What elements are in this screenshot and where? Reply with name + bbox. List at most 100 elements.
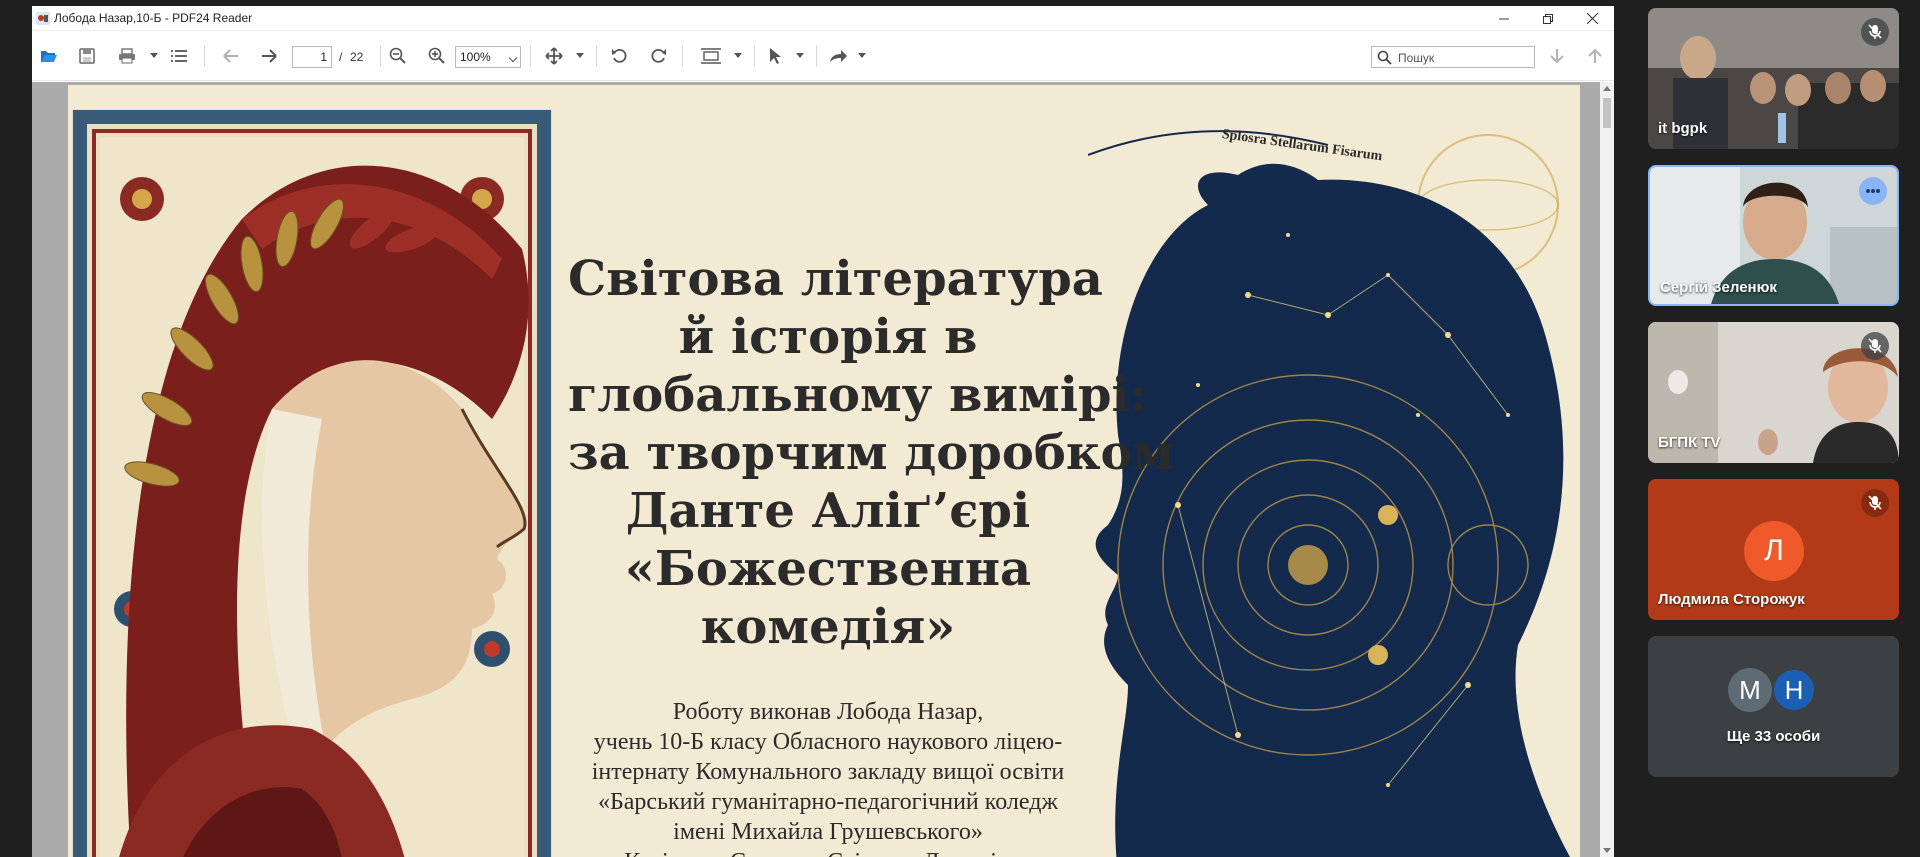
participant-tile-bgpk-tv[interactable]: БГПК TV — [1648, 322, 1899, 463]
rotate-left-icon — [612, 48, 627, 63]
body-line: імені Михайла Грушевського» — [673, 819, 983, 845]
share-button[interactable] — [826, 44, 850, 68]
participant-name: БГПК TV — [1658, 434, 1721, 451]
toolbar-separator — [816, 45, 817, 67]
printer-icon — [119, 48, 135, 64]
pan-tool-button[interactable] — [542, 44, 566, 68]
minimize-icon — [1499, 18, 1509, 19]
participant-name: it bgpk — [1658, 120, 1708, 137]
cursor-icon — [770, 48, 781, 64]
participant-name: Сергій Зеленюк — [1660, 279, 1777, 296]
zoom-in-button[interactable] — [425, 44, 449, 68]
search-icon — [1377, 50, 1392, 65]
title-line: й історія в — [678, 309, 978, 365]
body-line: учень 10-Б класу Обласного наукового ліц… — [593, 729, 1063, 755]
title-line: Данте Аліґ’єрі — [625, 483, 1031, 539]
minimize-button[interactable] — [1482, 6, 1526, 31]
share-arrow-icon — [830, 50, 847, 62]
toolbar: 1 / 22 100% — [32, 31, 1614, 81]
zoom-out-button[interactable] — [386, 44, 410, 68]
save-icon — [79, 48, 95, 64]
arrow-left-icon — [223, 49, 238, 63]
print-dropdown-caret[interactable] — [150, 53, 158, 58]
forward-button[interactable] — [258, 44, 280, 68]
pdf24-app-icon — [36, 12, 50, 25]
print-button[interactable] — [116, 44, 138, 68]
folder-open-icon — [41, 51, 57, 62]
mic-off-icon — [1868, 24, 1882, 39]
mic-muted-button[interactable] — [1861, 489, 1889, 517]
move-icon — [545, 47, 563, 65]
title-bar: Лобода Назар,10-Б - PDF24 Reader — [32, 6, 1614, 31]
slide-author-info: Роботу виконав Лобода Назар, учень 10-Б … — [548, 697, 1108, 857]
search-input[interactable] — [1398, 49, 1530, 66]
document-view[interactable]: Splosra Stellarum Fisarum Світова літера… — [32, 82, 1600, 857]
close-button[interactable] — [1570, 6, 1614, 31]
open-file-button[interactable] — [38, 44, 60, 68]
avatar: Л — [1744, 521, 1804, 581]
participant-name: Людмила Сторожук — [1658, 591, 1805, 608]
participant-tile-avatar[interactable]: Л Людмила Сторожук — [1648, 479, 1899, 620]
page-separator: / — [339, 50, 343, 64]
toolbar-separator — [754, 45, 755, 67]
scroll-up-arrow[interactable] — [1603, 86, 1611, 91]
avatar: М — [1728, 668, 1772, 712]
body-line: Керівник: Середюк Світлана Дмитрівна — [548, 847, 1108, 857]
back-button[interactable] — [220, 44, 242, 68]
page-layout-button[interactable] — [698, 44, 724, 68]
body-line: Роботу виконав Лобода Назар, — [672, 699, 984, 725]
save-button[interactable] — [76, 44, 98, 68]
restore-icon — [1543, 13, 1553, 24]
outline-button[interactable] — [168, 44, 190, 68]
maximize-button[interactable] — [1526, 6, 1570, 31]
chevron-down-icon — [508, 53, 518, 63]
pdf-reader-window: Лобода Назар,10-Б - PDF24 Reader 1 / 22 … — [32, 6, 1614, 857]
page-layout-icon — [701, 48, 721, 64]
mic-muted-button[interactable] — [1861, 332, 1889, 360]
rotate-right-icon — [651, 48, 666, 63]
window-title: Лобода Назар,10-Б - PDF24 Reader — [54, 11, 253, 25]
arrow-down-icon — [1550, 49, 1564, 64]
mic-muted-button[interactable] — [1861, 18, 1889, 46]
page-total: 22 — [350, 50, 364, 64]
select-tool-button[interactable] — [764, 44, 786, 68]
close-icon — [1586, 13, 1598, 24]
zoom-in-icon — [428, 47, 445, 64]
participant-tile-active-speaker[interactable]: Сергій Зеленюк — [1648, 165, 1899, 306]
zoom-select[interactable]: 100% — [455, 46, 521, 68]
rotate-left-button[interactable] — [608, 44, 632, 68]
rotate-right-button[interactable] — [646, 44, 670, 68]
speaking-indicator — [1859, 177, 1887, 205]
title-line: за творчим доробком — [568, 425, 1175, 481]
layout-dropdown-caret[interactable] — [734, 53, 742, 58]
body-line: інтернату Комунального закладу вищої осв… — [591, 759, 1065, 785]
vertical-scrollbar[interactable] — [1600, 82, 1614, 857]
select-dropdown-caret[interactable] — [796, 53, 804, 58]
search-previous-button[interactable] — [1584, 44, 1606, 68]
search-box[interactable] — [1371, 46, 1535, 68]
toolbar-separator — [204, 45, 205, 67]
toolbar-separator — [530, 45, 531, 67]
toolbar-separator — [596, 45, 597, 67]
search-next-button[interactable] — [1546, 44, 1568, 68]
title-line: Світова література — [568, 251, 1103, 307]
page-number-input[interactable]: 1 — [292, 46, 332, 68]
mic-off-icon — [1868, 495, 1882, 510]
pdf-page: Splosra Stellarum Fisarum Світова літера… — [68, 85, 1580, 857]
scroll-thumb[interactable] — [1603, 98, 1611, 128]
more-participants-label: Ще 33 особи — [1726, 728, 1821, 745]
more-dots-icon — [1866, 189, 1880, 193]
arrow-up-icon — [1588, 48, 1602, 63]
mic-off-icon — [1868, 338, 1882, 353]
slide-title: Світова література й історія в глобально… — [568, 250, 1175, 656]
participant-tile-it-bgpk[interactable]: it bgpk — [1648, 8, 1899, 149]
scroll-down-arrow[interactable] — [1603, 848, 1611, 853]
arrow-right-icon — [262, 49, 277, 63]
avatar: Н — [1772, 668, 1816, 712]
zoom-value: 100% — [460, 50, 491, 64]
share-dropdown-caret[interactable] — [858, 53, 866, 58]
more-participants-tile[interactable]: М Н Ще 33 особи — [1648, 636, 1899, 777]
pan-dropdown-caret[interactable] — [576, 53, 584, 58]
body-line: «Барський гуманітарно-педагогічний колед… — [598, 789, 1058, 815]
toolbar-separator — [682, 45, 683, 67]
